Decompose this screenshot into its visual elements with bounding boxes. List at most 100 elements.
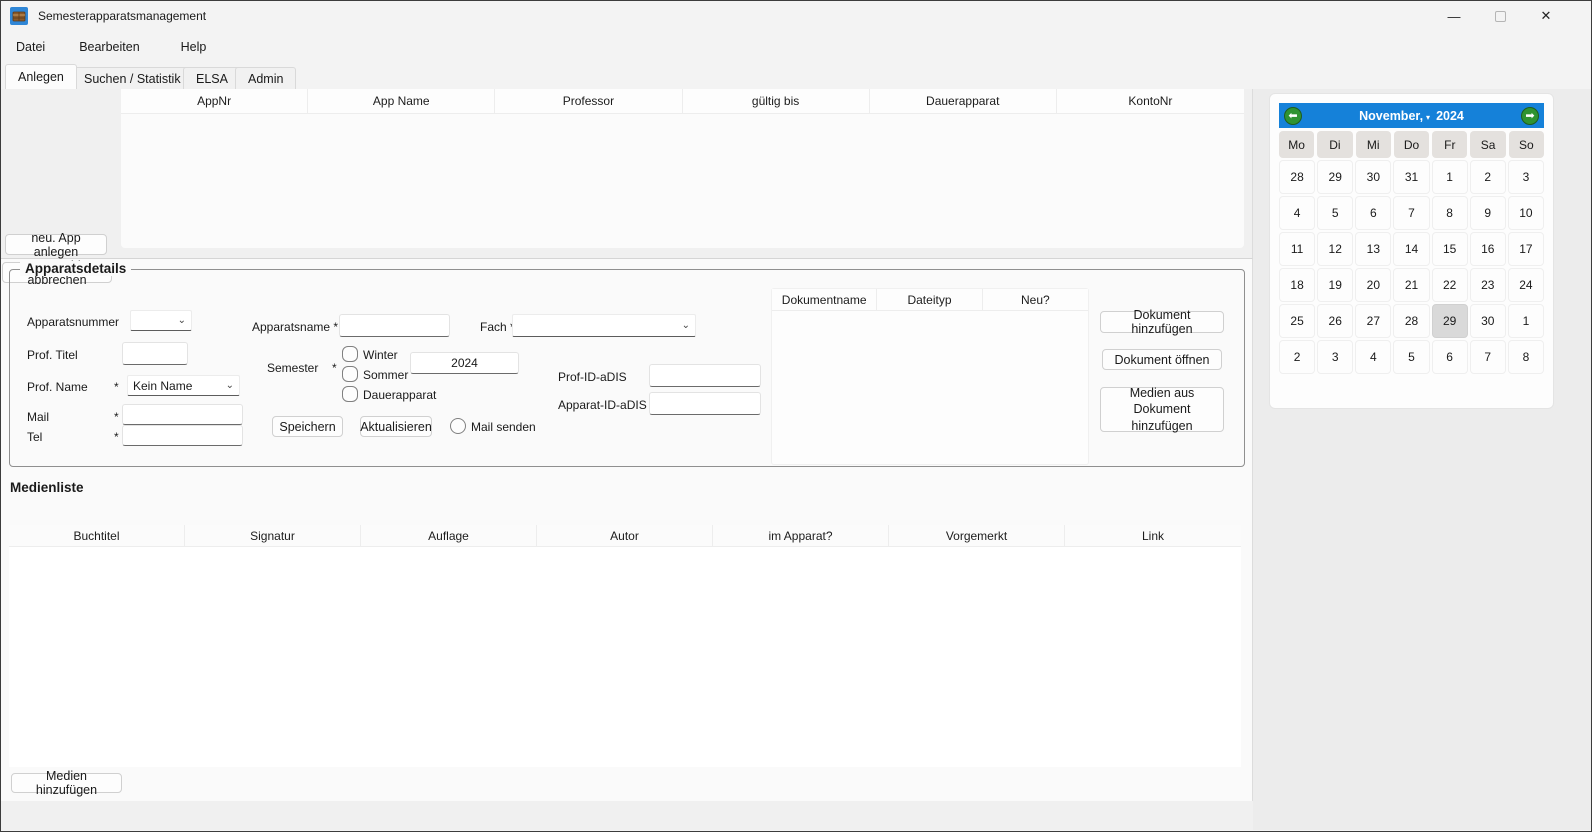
- dauerapparat-checkbox[interactable]: [342, 386, 358, 402]
- mail-senden-checkbox[interactable]: [450, 418, 466, 434]
- tab-admin[interactable]: Admin: [235, 67, 296, 89]
- speichern-button[interactable]: Speichern: [272, 416, 343, 437]
- calendar-title[interactable]: November,▾ 2024: [1359, 109, 1464, 123]
- calendar-day[interactable]: 2: [1470, 160, 1506, 194]
- calendar-day[interactable]: 8: [1432, 196, 1468, 230]
- dayname-so: So: [1509, 131, 1544, 158]
- calendar-day[interactable]: 20: [1355, 268, 1391, 302]
- calendar-day[interactable]: 1: [1432, 160, 1468, 194]
- medien-hinzufuegen-button[interactable]: Medien hinzufügen: [11, 773, 122, 793]
- calendar-day[interactable]: 9: [1470, 196, 1506, 230]
- column-dateityp[interactable]: Dateityp: [877, 289, 982, 310]
- new-app-button[interactable]: neu. App anlegen: [5, 234, 107, 255]
- fach-combobox[interactable]: ⌄: [512, 314, 696, 337]
- tab-anlegen[interactable]: Anlegen: [5, 64, 77, 89]
- calendar-day[interactable]: 14: [1393, 232, 1429, 266]
- calendar-day[interactable]: 30: [1355, 160, 1391, 194]
- column-vorgemerkt[interactable]: Vorgemerkt: [889, 525, 1065, 546]
- calendar-day[interactable]: 17: [1508, 232, 1544, 266]
- apparatsnummer-combobox[interactable]: ⌄: [130, 310, 192, 331]
- column-dauerapparat[interactable]: Dauerapparat: [870, 89, 1057, 113]
- calendar-day[interactable]: 8: [1508, 340, 1544, 374]
- calendar-day[interactable]: 22: [1432, 268, 1468, 302]
- calendar-day[interactable]: 12: [1317, 232, 1353, 266]
- column-kontonr[interactable]: KontoNr: [1057, 89, 1244, 113]
- column-appname[interactable]: App Name: [308, 89, 495, 113]
- calendar-day[interactable]: 29: [1317, 160, 1353, 194]
- calendar-day[interactable]: 4: [1355, 340, 1391, 374]
- calendar-day[interactable]: 13: [1355, 232, 1391, 266]
- minimize-button[interactable]: —: [1431, 1, 1477, 31]
- column-link[interactable]: Link: [1065, 525, 1241, 546]
- column-neu[interactable]: Neu?: [983, 289, 1088, 310]
- top-section: neu. App anlegen Auswahl abbrechen AppNr…: [1, 89, 1253, 259]
- medien-table[interactable]: Buchtitel Signatur Auflage Autor im Appa…: [9, 525, 1241, 767]
- calendar-day[interactable]: 5: [1393, 340, 1429, 374]
- calendar-day[interactable]: 11: [1279, 232, 1315, 266]
- calendar-day[interactable]: 3: [1317, 340, 1353, 374]
- dokument-oeffnen-button[interactable]: Dokument öffnen: [1102, 349, 1222, 370]
- menu-help[interactable]: Help: [173, 36, 215, 58]
- calendar-day[interactable]: 4: [1279, 196, 1315, 230]
- calendar-day[interactable]: 2: [1279, 340, 1315, 374]
- calendar-day[interactable]: 6: [1432, 340, 1468, 374]
- calendar-day[interactable]: 30: [1470, 304, 1506, 338]
- prof-name-combobox[interactable]: Kein Name ⌄: [127, 375, 240, 396]
- column-auflage[interactable]: Auflage: [361, 525, 537, 546]
- tab-elsa[interactable]: ELSA: [183, 67, 241, 89]
- close-button[interactable]: ✕: [1523, 1, 1569, 31]
- prof-id-adis-input[interactable]: [649, 364, 761, 387]
- calendar-prev-button[interactable]: ⬅: [1284, 107, 1302, 125]
- calendar-day[interactable]: 28: [1393, 304, 1429, 338]
- calendar-day[interactable]: 5: [1317, 196, 1353, 230]
- calendar-day[interactable]: 28: [1279, 160, 1315, 194]
- column-professor[interactable]: Professor: [495, 89, 682, 113]
- dokument-hinzufuegen-button[interactable]: Dokument hinzufügen: [1100, 311, 1224, 333]
- column-im-apparat[interactable]: im Apparat?: [713, 525, 889, 546]
- column-gueltig-bis[interactable]: gültig bis: [683, 89, 870, 113]
- calendar-day[interactable]: 26: [1317, 304, 1353, 338]
- medien-aus-dokument-button[interactable]: Medien aus Dokument hinzufügen: [1100, 387, 1224, 432]
- document-table[interactable]: Dokumentname Dateityp Neu?: [772, 289, 1088, 464]
- aktualisieren-button[interactable]: Aktualisieren: [360, 416, 432, 437]
- calendar-day[interactable]: 21: [1393, 268, 1429, 302]
- apparatsname-input[interactable]: [339, 314, 450, 337]
- calendar-day[interactable]: 16: [1470, 232, 1506, 266]
- apparatus-table[interactable]: AppNr App Name Professor gültig bis Daue…: [121, 89, 1244, 248]
- winter-checkbox[interactable]: [342, 346, 358, 362]
- calendar-day[interactable]: 18: [1279, 268, 1315, 302]
- calendar-day[interactable]: 15: [1432, 232, 1468, 266]
- column-appnr[interactable]: AppNr: [121, 89, 308, 113]
- calendar-day[interactable]: 19: [1317, 268, 1353, 302]
- calendar-day[interactable]: 27: [1355, 304, 1391, 338]
- semester-year-input[interactable]: 2024: [410, 352, 519, 374]
- apparat-id-adis-input[interactable]: [649, 392, 761, 415]
- column-signatur[interactable]: Signatur: [185, 525, 361, 546]
- tel-input[interactable]: [122, 425, 243, 446]
- calendar-day[interactable]: 1: [1508, 304, 1544, 338]
- calendar-day[interactable]: 3: [1508, 160, 1544, 194]
- minimize-icon: —: [1448, 9, 1461, 24]
- maximize-button[interactable]: [1477, 1, 1523, 31]
- calendar-next-button[interactable]: ➡: [1521, 107, 1539, 125]
- column-dokumentname[interactable]: Dokumentname: [772, 289, 877, 310]
- sommer-checkbox[interactable]: [342, 366, 358, 382]
- mail-input[interactable]: [122, 404, 243, 425]
- menu-datei[interactable]: Datei: [8, 36, 53, 58]
- calendar-day[interactable]: 7: [1470, 340, 1506, 374]
- calendar-day[interactable]: 24: [1508, 268, 1544, 302]
- calendar-day[interactable]: 25: [1279, 304, 1315, 338]
- column-autor[interactable]: Autor: [537, 525, 713, 546]
- menu-bearbeiten[interactable]: Bearbeiten: [71, 36, 147, 58]
- calendar-day[interactable]: 10: [1508, 196, 1544, 230]
- calendar-day[interactable]: 23: [1470, 268, 1506, 302]
- calendar-month[interactable]: November,: [1359, 109, 1423, 123]
- calendar-day[interactable]: 31: [1393, 160, 1429, 194]
- column-buchtitel[interactable]: Buchtitel: [9, 525, 185, 546]
- calendar-day-selected[interactable]: 29: [1432, 304, 1468, 338]
- tab-suchen-statistik[interactable]: Suchen / Statistik: [71, 67, 194, 89]
- calendar-day[interactable]: 7: [1393, 196, 1429, 230]
- calendar-year[interactable]: 2024: [1436, 109, 1464, 123]
- calendar-day[interactable]: 6: [1355, 196, 1391, 230]
- prof-titel-input[interactable]: [122, 342, 188, 365]
